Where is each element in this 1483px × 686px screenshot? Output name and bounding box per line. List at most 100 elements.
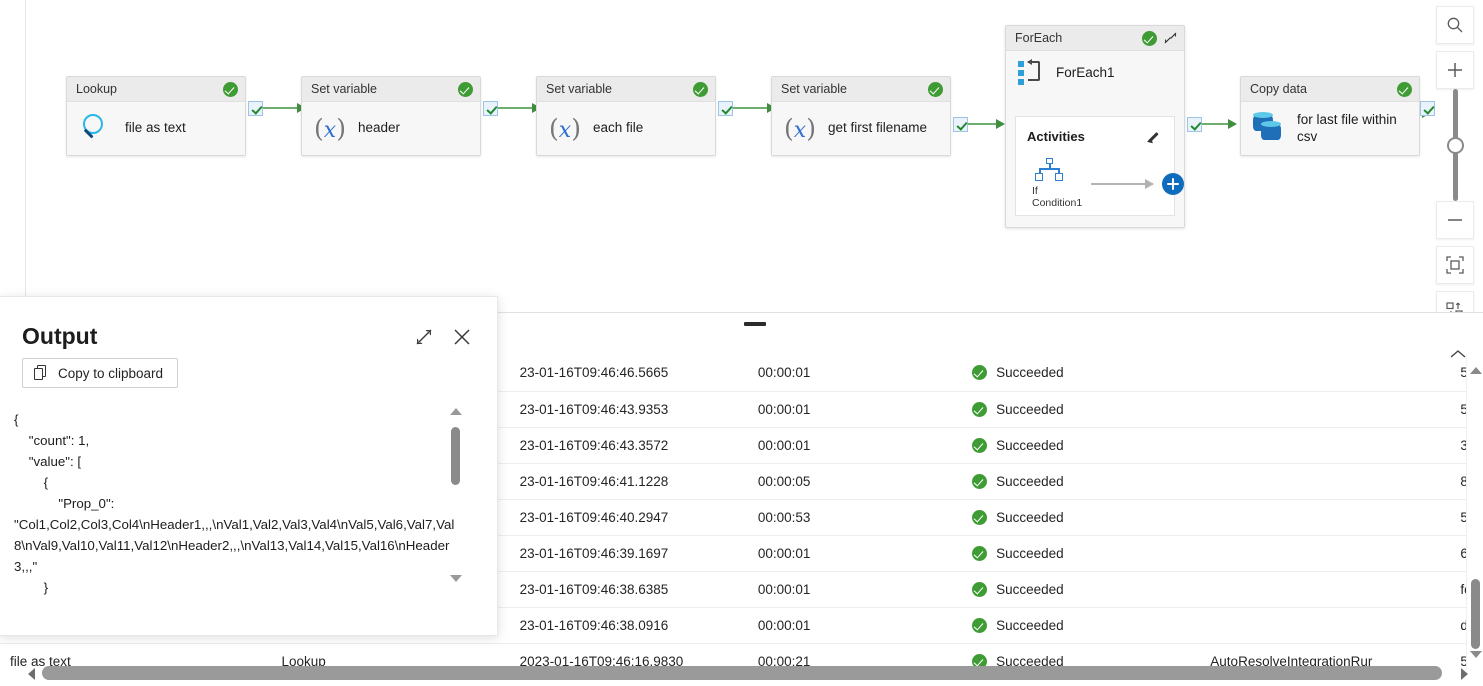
activity-node-set-variable-header[interactable]: Set variable (x) header xyxy=(301,76,481,156)
expand-icon xyxy=(416,329,432,345)
table-vertical-scrollbar[interactable] xyxy=(1466,355,1483,670)
output-scrollbar[interactable] xyxy=(447,405,465,585)
foreach-name-label: ForEach1 xyxy=(1056,64,1115,80)
scroll-down-arrow-icon[interactable] xyxy=(1470,651,1482,658)
auto-align-button[interactable] xyxy=(1436,291,1474,312)
pipeline-canvas[interactable]: Lookup file as text Set variable (x) hea… xyxy=(0,0,1483,312)
node-name-label: file as text xyxy=(125,120,186,136)
if-condition-icon xyxy=(1032,158,1068,184)
status-label: Succeeded xyxy=(996,401,1064,417)
edit-pencil-icon[interactable] xyxy=(1147,128,1163,145)
connector-arrow-icon xyxy=(996,119,1005,129)
foreach-type-label: ForEach xyxy=(1015,31,1063,45)
canvas-zoom-toolbar[interactable] xyxy=(1436,6,1474,312)
zoom-out-button[interactable] xyxy=(1436,201,1474,239)
node-type-label: Lookup xyxy=(76,82,118,96)
scroll-up-arrow-icon[interactable] xyxy=(1470,367,1482,374)
connector-lookup-to-header[interactable] xyxy=(248,97,306,119)
node-type-label: Set variable xyxy=(546,82,613,96)
copy-icon xyxy=(34,365,49,381)
connector-success-badge xyxy=(953,116,968,132)
connector-success-badge xyxy=(1187,116,1202,132)
output-scroll-thumb[interactable] xyxy=(451,427,460,485)
add-activity-button[interactable] xyxy=(1162,172,1185,195)
vertical-scroll-thumb[interactable] xyxy=(1471,579,1480,649)
output-json-content: { "count": 1, "value": [ { "Prop_0": "Co… xyxy=(14,412,455,595)
set-variable-icon: (x) xyxy=(314,113,346,143)
collapse-icon[interactable] xyxy=(1163,31,1178,45)
cell-status: Succeeded xyxy=(962,535,1201,572)
expand-output-button[interactable] xyxy=(410,323,438,351)
status-success-icon xyxy=(1397,81,1412,97)
activity-node-lookup[interactable]: Lookup file as text xyxy=(66,76,246,156)
connector-header-to-each-file[interactable] xyxy=(483,97,541,119)
status-label: Succeeded xyxy=(996,581,1064,597)
activities-label: Activities xyxy=(1027,128,1085,144)
scroll-up-arrow-icon[interactable] xyxy=(450,408,462,415)
connector-line xyxy=(1202,123,1228,125)
horizontal-scroll-thumb[interactable] xyxy=(42,666,1442,680)
output-flyout-panel[interactable]: Output Copy to clipboard { "count": 1, "… xyxy=(0,296,498,636)
auto-align-icon xyxy=(1446,302,1463,312)
connector-line xyxy=(263,107,297,109)
fit-to-screen-button[interactable] xyxy=(1436,246,1474,284)
search-icon xyxy=(1447,17,1463,33)
close-output-button[interactable] xyxy=(448,323,476,351)
connector-line xyxy=(498,107,532,109)
node-body: for last file within csv xyxy=(1241,102,1419,155)
plus-icon xyxy=(1448,63,1462,77)
node-body: (x) header xyxy=(302,102,480,155)
scroll-down-arrow-icon[interactable] xyxy=(450,575,462,582)
close-icon xyxy=(454,329,470,345)
activity-node-set-variable-get-first-filename[interactable]: Set variable (x) get first filename xyxy=(771,76,951,156)
cell-integration-runtime xyxy=(1200,499,1451,536)
status-success-icon xyxy=(972,509,988,525)
panel-resize-handle[interactable] xyxy=(744,322,766,326)
cell-integration-runtime xyxy=(1200,535,1451,572)
cell-integration-runtime xyxy=(1200,391,1451,428)
node-type-label: Set variable xyxy=(311,82,378,96)
copy-to-clipboard-button[interactable]: Copy to clipboard xyxy=(22,358,179,388)
status-success-icon xyxy=(1142,30,1157,46)
search-button[interactable] xyxy=(1436,6,1474,44)
status-success-icon xyxy=(972,365,988,381)
foreach-header: ForEach xyxy=(1006,26,1184,51)
activities-header: Activities xyxy=(1016,117,1174,145)
foreach-activities-box[interactable]: Activities If Condition1 xyxy=(1015,116,1185,216)
activity-node-foreach[interactable]: ForEach ForEach1 Activities If Condition… xyxy=(1005,25,1185,228)
connector-foreach-to-copy-data[interactable] xyxy=(1187,113,1237,135)
connector-success-badge xyxy=(248,100,263,116)
inner-activity-if-condition[interactable]: If Condition1 xyxy=(1032,158,1082,210)
connector-success-badge-end xyxy=(1420,101,1435,116)
copy-to-clipboard-label: Copy to clipboard xyxy=(58,365,164,381)
connector-filename-to-foreach[interactable] xyxy=(953,113,1005,135)
status-success-icon xyxy=(928,81,943,97)
status-label: Succeeded xyxy=(996,617,1064,633)
cell-duration: 00:00:01 xyxy=(747,535,963,572)
status-success-icon xyxy=(972,545,988,561)
flow-arrow-icon xyxy=(1091,178,1155,189)
cell-integration-runtime xyxy=(1200,427,1451,464)
cell-status: Succeeded xyxy=(962,355,1201,392)
status-label: Succeeded xyxy=(996,365,1064,381)
scroll-right-arrow-icon[interactable] xyxy=(1461,668,1468,680)
scroll-left-arrow-icon[interactable] xyxy=(28,668,35,680)
activity-node-copy-data[interactable]: Copy data for last file within csv xyxy=(1240,76,1420,156)
cell-status: Succeeded xyxy=(962,391,1201,428)
table-horizontal-scrollbar[interactable] xyxy=(26,665,1470,682)
zoom-in-button[interactable] xyxy=(1436,51,1474,89)
cell-run-start: 23-01-16T09:46:41.1228 xyxy=(509,463,748,500)
node-name-label: get first filename xyxy=(827,120,927,136)
connector-each-file-to-first-filename[interactable] xyxy=(718,97,776,119)
cell-integration-runtime xyxy=(1200,355,1451,392)
node-header: Copy data xyxy=(1241,77,1419,102)
zoom-slider-handle[interactable] xyxy=(1447,137,1464,154)
node-body: (x) each file xyxy=(537,102,715,155)
set-variable-icon: (x) xyxy=(784,113,816,143)
cell-status: Succeeded xyxy=(962,427,1201,464)
node-body: file as text xyxy=(67,102,245,155)
cell-run-start: 23-01-16T09:46:46.5665 xyxy=(509,355,748,392)
lookup-icon xyxy=(79,112,113,146)
zoom-slider[interactable] xyxy=(1436,89,1474,201)
activity-node-set-variable-each-file[interactable]: Set variable (x) each file xyxy=(536,76,716,156)
